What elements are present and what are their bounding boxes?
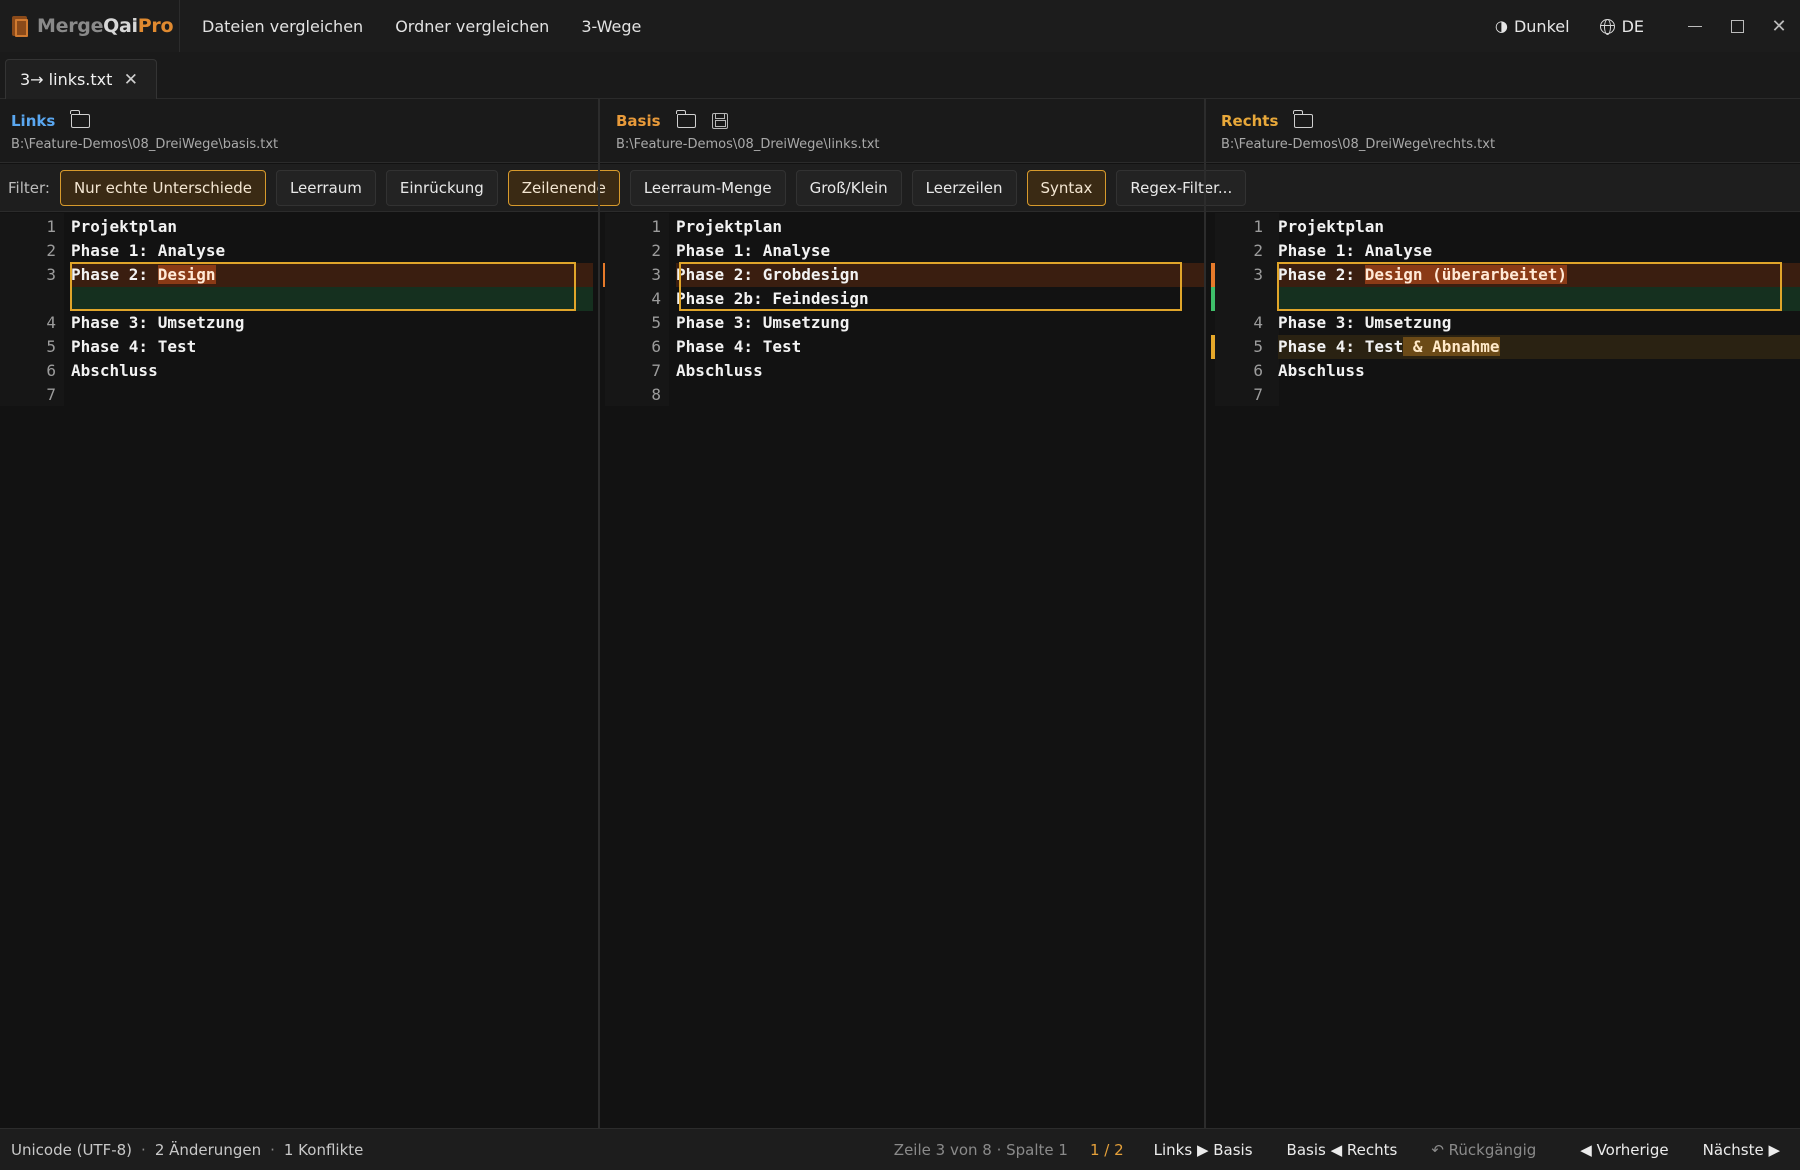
filter-line-endings[interactable]: Zeilenende xyxy=(507,169,620,206)
apply-right-to-base-button[interactable]: Basis ◀ Rechts xyxy=(1287,1141,1398,1159)
mid-pane-title: Basis xyxy=(616,112,661,130)
right-pane-title: Rechts xyxy=(1221,112,1279,130)
changes-count: 2 Änderungen xyxy=(154,1140,262,1159)
filter-whitespace-amount[interactable]: Leerraum-Menge xyxy=(629,169,786,206)
pane-headers: Links B:\Feature-Demos\08_DreiWege\basis… xyxy=(0,99,1800,163)
conflicts-count: 1 Konflikte xyxy=(283,1140,364,1159)
menu-three-way[interactable]: 3-Wege xyxy=(565,17,657,36)
open-folder-icon[interactable] xyxy=(1293,110,1314,128)
conflict-highlight-box[interactable] xyxy=(1277,262,1782,311)
mid-pane-header: Basis B:\Feature-Demos\08_DreiWege\links… xyxy=(605,99,1203,163)
app-name: MergeQaiPro xyxy=(37,15,174,37)
open-folder-icon[interactable] xyxy=(70,110,91,128)
undo-button[interactable]: ↶ Rückgängig xyxy=(1431,1141,1536,1159)
filter-whitespace[interactable]: Leerraum xyxy=(275,169,376,206)
right-pane-header: Rechts B:\Feature-Demos\08_DreiWege\rech… xyxy=(1210,99,1800,163)
app-logo: MergeQaiPro xyxy=(0,0,180,52)
tab-label: 3→ links.txt xyxy=(20,70,113,89)
status-bar: Unicode (UTF-8) · 2 Änderungen · 1 Konfl… xyxy=(0,1128,1800,1170)
minimize-icon xyxy=(1688,25,1702,27)
left-pane-header: Links B:\Feature-Demos\08_DreiWege\basis… xyxy=(0,99,598,163)
filter-blank-lines[interactable]: Leerzeilen xyxy=(911,169,1017,206)
tab-three-way-links[interactable]: 3→ links.txt ✕ xyxy=(5,59,157,99)
right-editor[interactable]: 1 Projektplan 2 Phase 1: Analyse 3 Phase 2:… xyxy=(1215,213,1800,1128)
filter-indentation[interactable]: Einrückung xyxy=(385,169,498,206)
menu-compare-folders[interactable]: Ordner vergleichen xyxy=(379,17,565,36)
next-diff-button[interactable]: Nächste ▶ xyxy=(1703,1141,1780,1159)
conflict-highlight-box[interactable] xyxy=(679,262,1182,311)
apply-left-to-base-button[interactable]: Links ▶ Basis xyxy=(1154,1141,1253,1159)
minimize-button[interactable] xyxy=(1674,0,1716,52)
title-controls: ◑ Dunkel DE ✕ xyxy=(1495,0,1800,52)
language-label: DE xyxy=(1621,16,1644,36)
mid-editor[interactable]: 1 Projektplan 2 Phase 1: Analyse 3 Phase 2:… xyxy=(605,213,1204,1128)
diff-counter: 1 / 2 xyxy=(1089,1140,1124,1159)
conflict-highlight-box[interactable] xyxy=(70,262,576,311)
left-file-path: B:\Feature-Demos\08_DreiWege\basis.txt xyxy=(11,137,279,152)
globe-icon xyxy=(1599,18,1615,35)
close-window-button[interactable]: ✕ xyxy=(1758,0,1800,52)
language-button[interactable]: DE xyxy=(1599,16,1644,36)
cursor-position: Zeile 3 von 8 · Spalte 1 xyxy=(893,1140,1068,1159)
app-logo-icon xyxy=(12,16,28,37)
open-folder-icon[interactable] xyxy=(675,110,696,128)
title-bar: MergeQaiPro Dateien vergleichen Ordner v… xyxy=(0,0,1800,52)
filter-syntax[interactable]: Syntax xyxy=(1026,169,1107,206)
half-circle-icon: ◑ xyxy=(1494,17,1508,35)
right-file-path: B:\Feature-Demos\08_DreiWege\rechts.txt xyxy=(1221,137,1496,152)
left-pane-title: Links xyxy=(11,112,56,130)
filter-real-diffs[interactable]: Nur echte Unterschiede xyxy=(59,169,266,206)
maximize-icon xyxy=(1730,19,1744,33)
close-icon: ✕ xyxy=(1771,15,1787,37)
filter-label: Filter: xyxy=(8,178,50,197)
pane-divider[interactable] xyxy=(598,99,600,1128)
theme-toggle-button[interactable]: ◑ Dunkel xyxy=(1495,17,1570,36)
pane-divider[interactable] xyxy=(1204,99,1206,1128)
mid-file-path: B:\Feature-Demos\08_DreiWege\links.txt xyxy=(616,137,880,152)
tab-bar: 3→ links.txt ✕ xyxy=(0,52,1800,99)
menu-compare-files[interactable]: Dateien vergleichen xyxy=(186,17,379,36)
main-menu: Dateien vergleichen Ordner vergleichen 3… xyxy=(186,0,657,52)
maximize-button[interactable] xyxy=(1716,0,1758,52)
filter-regex[interactable]: Regex-Filter... xyxy=(1116,169,1247,206)
save-icon[interactable] xyxy=(711,113,728,129)
left-editor[interactable]: 1 Projektplan 2 Phase 1: Analyse 3 Phase 2:… xyxy=(0,213,607,1128)
theme-label: Dunkel xyxy=(1513,16,1570,36)
filter-bar: Filter: Nur echte Unterschiede Leerraum … xyxy=(0,164,1800,212)
filter-case[interactable]: Groß/Klein xyxy=(795,169,902,206)
tab-close-icon[interactable]: ✕ xyxy=(124,70,138,90)
encoding-status[interactable]: Unicode (UTF-8) xyxy=(11,1141,132,1159)
previous-diff-button[interactable]: ◀ Vorherige xyxy=(1580,1141,1668,1159)
